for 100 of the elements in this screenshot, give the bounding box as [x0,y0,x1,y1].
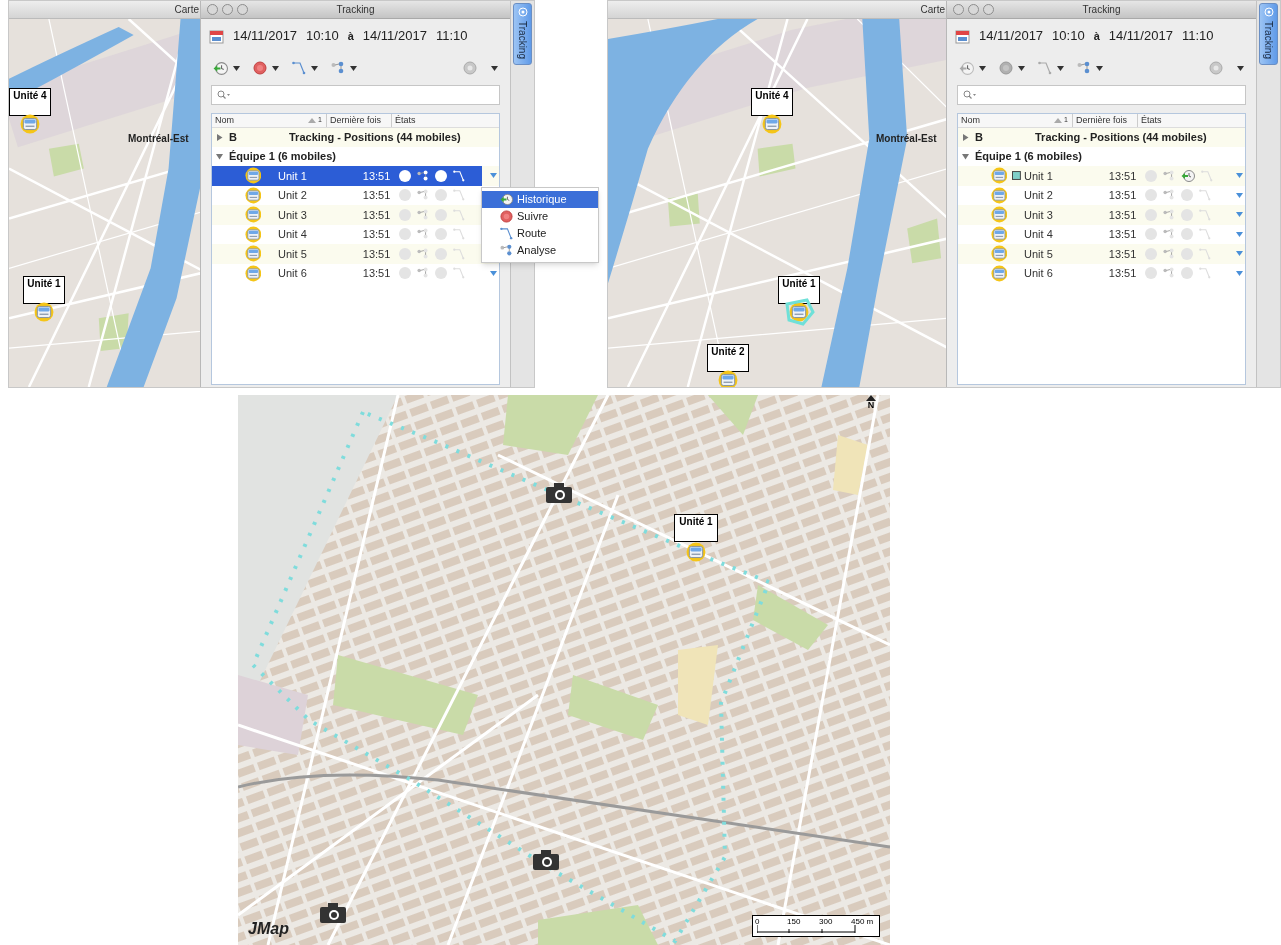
last-time: 13:51 [362,188,392,203]
window-control-button[interactable] [207,4,218,15]
expanded-triangle-icon[interactable] [962,153,969,160]
unit-name: Unit 1 [278,168,308,184]
group-row[interactable]: B Tracking - Positions (44 mobiles) [212,128,499,147]
search-field[interactable] [957,85,1246,105]
park-area [667,193,700,227]
bus-icon [990,264,1008,282]
side-tab[interactable]: Tracking [513,3,532,65]
group-title: Équipe 1 (6 mobiles) [975,149,1082,165]
unit-name: Unit 4 [278,227,308,242]
column-header[interactable]: Nom [212,113,308,128]
start-date: 14/11/2017 [979,27,1044,46]
unit-row[interactable]: Unit 2 13:51 [212,185,482,205]
caret-icon[interactable] [979,65,986,71]
map-title: Carte [174,3,200,17]
target-icon [1263,7,1274,17]
expanded-triangle-icon[interactable] [216,153,223,160]
unit-row[interactable]: Unit 1 13:51 [212,166,482,186]
last-time: 13:51 [1108,266,1138,281]
group-title: Tracking - Positions (44 mobiles) [1035,130,1207,146]
calendar-icon[interactable] [209,28,224,44]
caret-icon[interactable] [1057,65,1064,71]
end-time: 11:10 [1181,27,1214,46]
menu-item[interactable]: Suivre [482,208,598,225]
nodes-icon [417,247,430,260]
route-icon [453,208,466,221]
bus-icon [244,167,262,185]
unit-row[interactable]: Unit 6 13:51 [212,263,482,283]
caret-icon[interactable] [1096,65,1103,71]
status-dot-icon [435,169,448,182]
bus-icon [990,245,1008,263]
unit-row[interactable]: Unit 4 13:51 [212,224,482,244]
column-header[interactable]: Dernière fois [326,113,391,128]
route-icon [1199,228,1212,241]
group-row[interactable]: B Tracking - Positions (44 mobiles) [958,128,1245,147]
caret-icon[interactable] [350,65,357,71]
caret-icon[interactable] [311,65,318,71]
unit-name: Unit 5 [1024,246,1054,262]
unit-row[interactable]: Unit 6 13:51 [958,263,1228,283]
last-time: 13:51 [362,227,392,242]
window-control-button[interactable] [237,4,248,15]
nodes-icon [1163,169,1176,182]
search-field[interactable] [211,85,500,105]
camera-icon[interactable] [320,903,346,923]
nodes-icon [500,244,513,257]
park-area [98,313,129,352]
bus-icon [244,186,262,204]
calendar-icon[interactable] [955,28,970,44]
search-icon [217,90,231,100]
bus-icon [20,114,40,134]
caret-icon[interactable] [1237,65,1244,71]
unit-name: Unit 2 [278,188,308,203]
target-icon [517,7,528,17]
window-control-button[interactable] [222,4,233,15]
group-code: B [229,130,238,146]
window-title: Tracking [1081,3,1122,17]
route-icon [453,267,466,280]
column-header[interactable]: Nom [958,113,1054,128]
collapsed-triangle-icon[interactable] [962,134,969,141]
column-header[interactable]: Dernière fois [1072,113,1137,128]
scale-label: 450 m [851,917,874,926]
column-header[interactable]: États [391,113,491,128]
status-dot-icon [435,189,448,202]
bus-icon [244,225,262,243]
unit-name: Unit 5 [278,246,308,262]
menu-item[interactable]: Route [482,225,598,242]
last-time: 13:51 [362,246,392,262]
collapsed-triangle-icon[interactable] [216,134,223,141]
side-tab[interactable]: Tracking [1259,3,1278,65]
camera-icon[interactable] [546,483,572,503]
group-title: Équipe 1 (6 mobiles) [229,149,336,165]
unit-name: Unit 2 [1024,188,1054,203]
column-header[interactable]: États [1137,113,1237,128]
bus-icon [686,542,706,562]
bus-icon [789,302,809,322]
unit-row[interactable]: Unit 2 13:51 [958,185,1228,205]
window-control-button[interactable] [953,4,964,15]
map-title: Carte [920,3,946,17]
caret-icon[interactable] [1018,65,1025,71]
status-dot-icon [399,169,412,182]
north-label: N [867,401,875,410]
status-dot-icon [1145,189,1158,202]
start-date: 14/11/2017 [233,27,298,46]
side-tab-label: Tracking [1262,21,1275,61]
status-dot-icon [399,228,412,241]
camera-icon[interactable] [533,850,559,870]
caret-icon[interactable] [491,65,498,71]
window-control-button[interactable] [968,4,979,15]
menu-item[interactable]: Historique [482,191,598,208]
target-circle-icon [999,61,1013,75]
unit-row[interactable]: Unit 4 13:51 [958,224,1228,244]
caret-icon[interactable] [233,65,240,71]
place-label: Montréal-Est [128,132,189,146]
place-label: Montréal-Est [876,132,937,146]
last-time: 13:51 [1108,188,1138,203]
menu-item[interactable]: Analyse [482,242,598,259]
route-icon [1199,208,1212,221]
window-control-button[interactable] [983,4,994,15]
caret-icon[interactable] [272,65,279,71]
